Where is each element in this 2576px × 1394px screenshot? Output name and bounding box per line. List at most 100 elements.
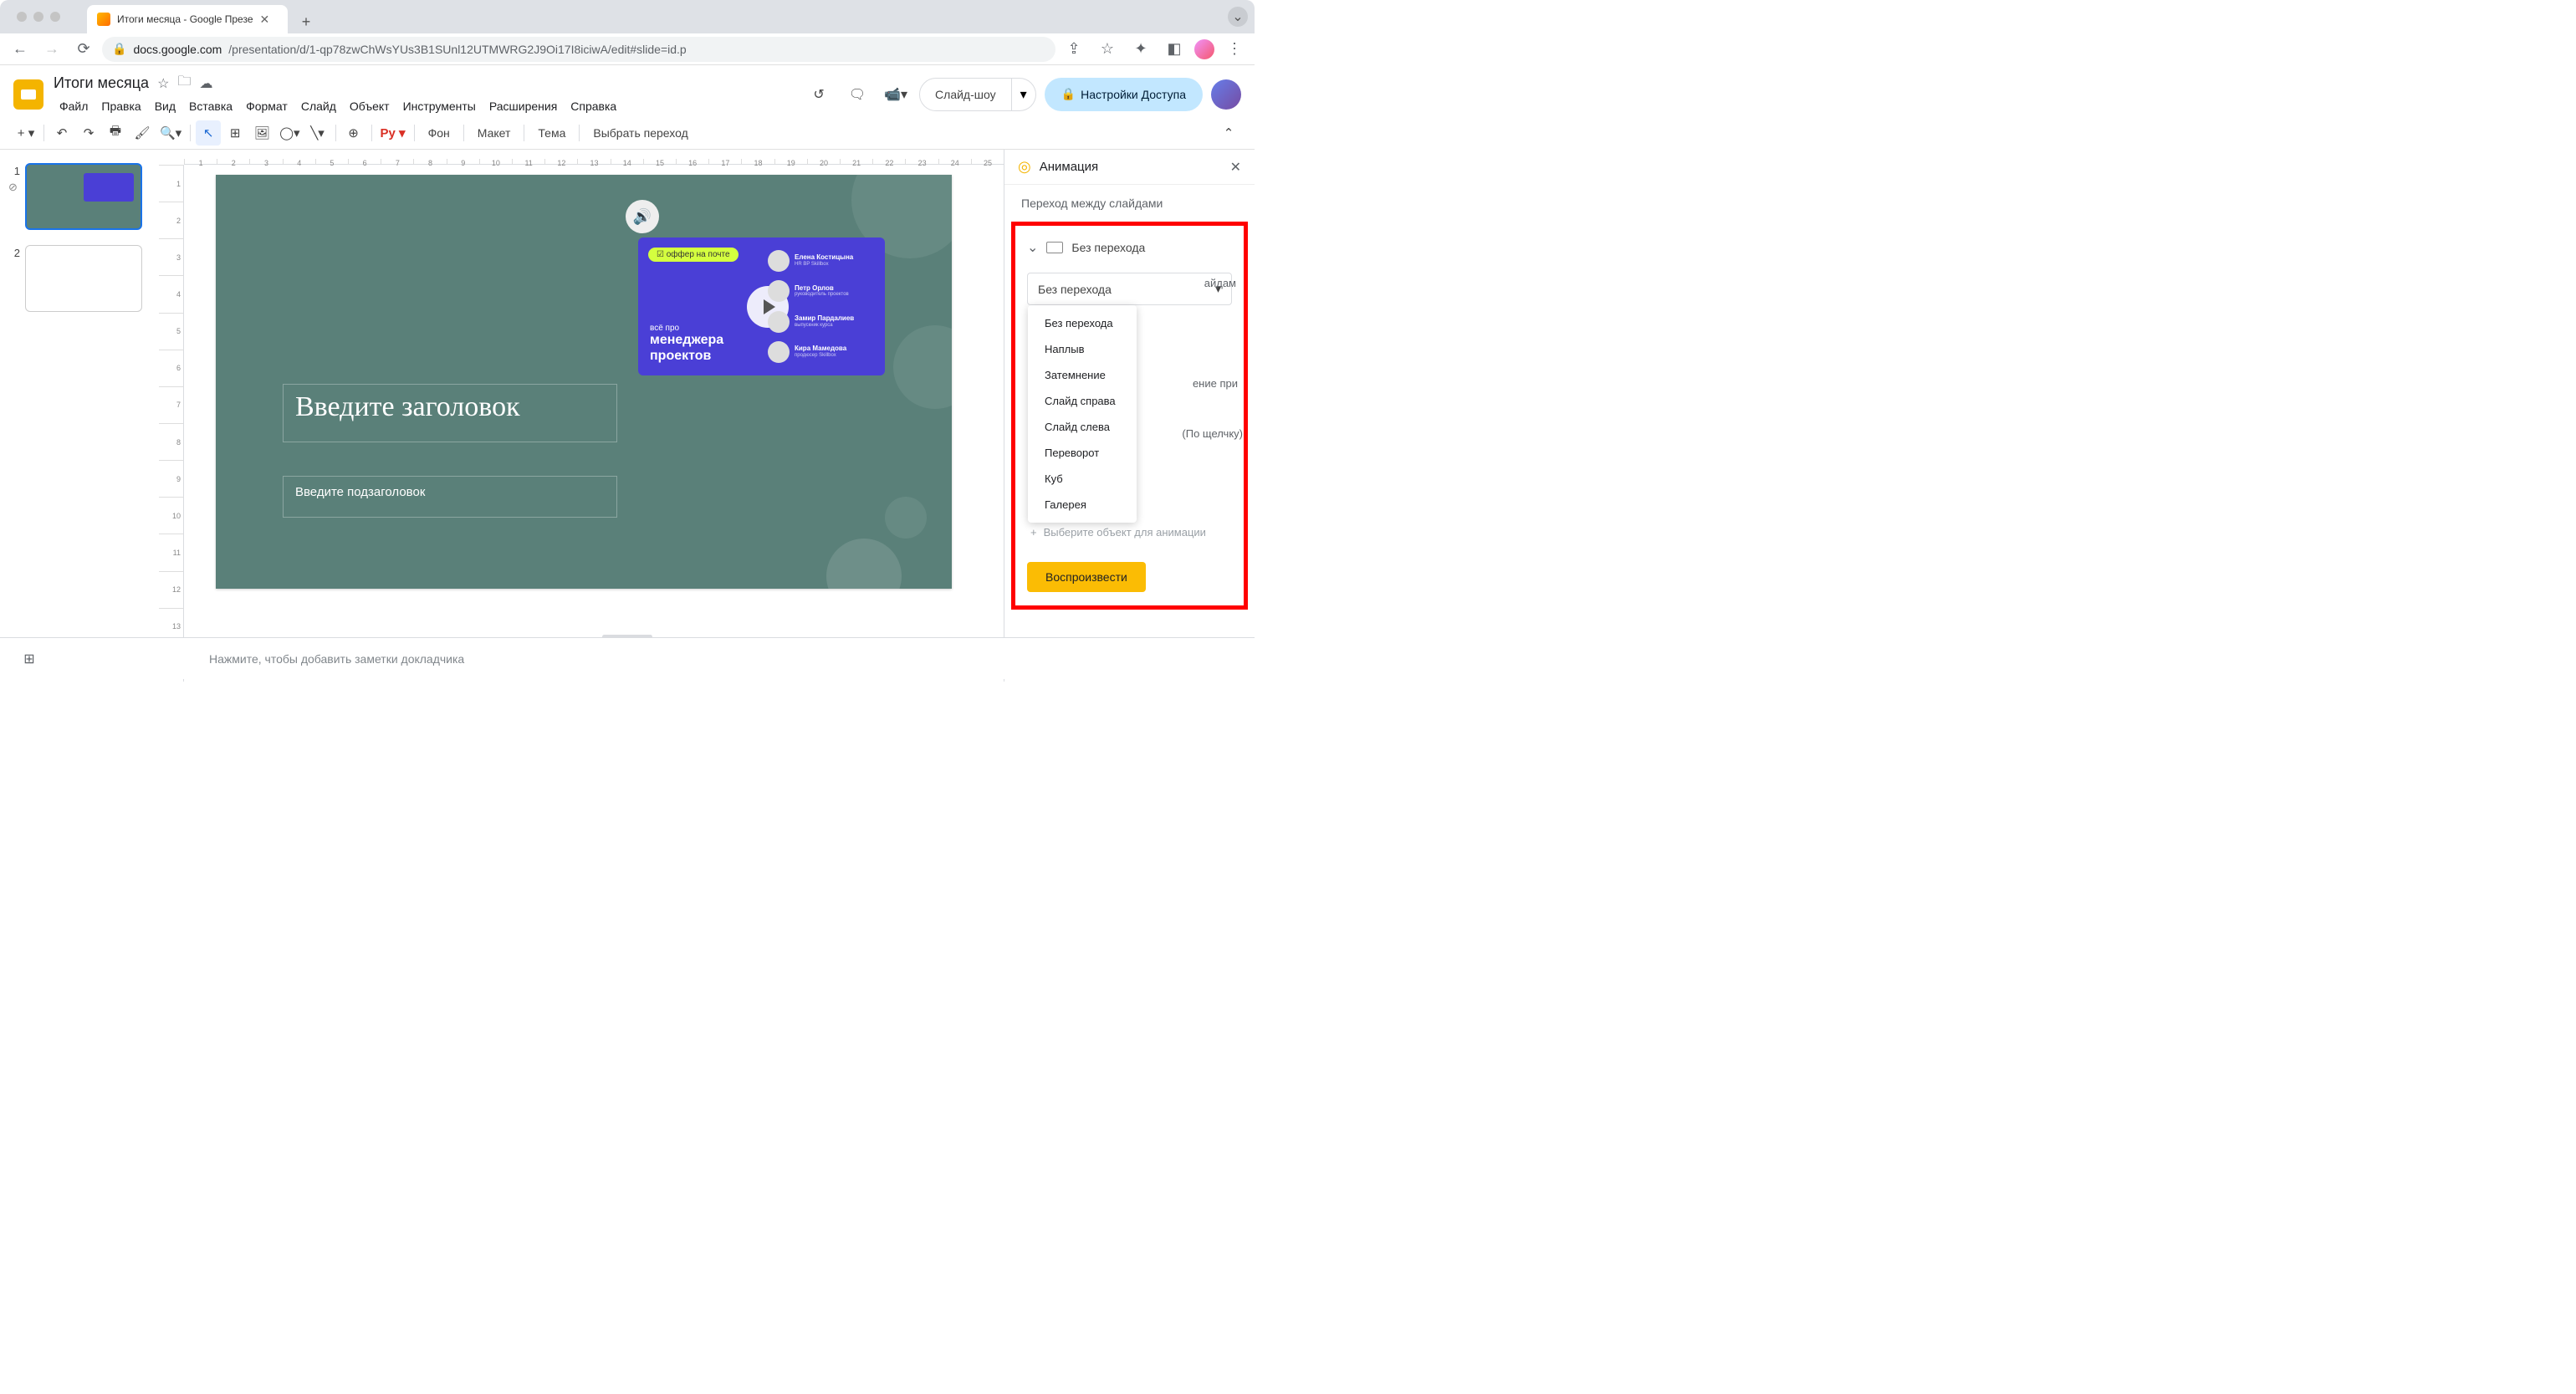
slides-logo-icon[interactable] [13,79,43,110]
menu-format[interactable]: Формат [240,96,294,116]
chevron-down-icon: ⌄ [1027,239,1038,256]
transition-option[interactable]: Без перехода [1028,310,1137,336]
menu-help[interactable]: Справка [565,96,622,116]
menu-file[interactable]: Файл [54,96,94,116]
ruler-horizontal: 1234567891011121314151617181920212223242… [184,150,1004,165]
menu-slide[interactable]: Слайд [295,96,342,116]
animation-indicator-icon: ⊘ [8,181,20,194]
lock-icon: 🔒 [1061,87,1076,101]
tab-title: Итоги месяца - Google Презе [117,13,253,25]
hidden-apply-all: айдам [1204,277,1236,289]
transition-option[interactable]: Наплыв [1028,336,1137,362]
transition-dropdown[interactable]: Без перехода ▾ Без перехода Наплыв Затем… [1027,273,1232,305]
maximize-window[interactable] [50,12,60,22]
reload-button[interactable]: ⟳ [70,36,97,63]
back-button[interactable]: ← [7,36,33,63]
video-badge: ☑ оффер на почте [648,248,739,262]
layout-button[interactable]: Макет [469,126,519,140]
transition-option[interactable]: Затемнение [1028,362,1137,388]
theme-button[interactable]: Тема [529,126,574,140]
menu-view[interactable]: Вид [149,96,181,116]
slide-thumbnail-2[interactable] [25,245,142,312]
slide-canvas[interactable]: 🔊 ☑ оффер на почте всё про менеджера про… [216,175,952,589]
transition-button[interactable]: Выбрать переход [585,126,696,140]
star-icon[interactable]: ☆ [157,75,169,92]
main-area: 1 ⊘ 2 1234567891011121314151617181920212… [0,150,1255,682]
bookmark-icon[interactable]: ☆ [1094,36,1121,63]
paint-format-button[interactable]: 🖌 [130,120,155,146]
video-object[interactable]: ☑ оффер на почте всё про менеджера проек… [638,237,885,375]
print-button[interactable]: 🖶 [103,120,128,146]
close-panel-icon[interactable]: ✕ [1230,159,1241,176]
audio-object[interactable]: 🔊 [626,200,659,233]
meet-icon[interactable]: 📹▾ [881,79,911,110]
subtitle-text: Введите подзаголовок [295,485,605,499]
speaker-notes-bar: ⊞ Нажмите, чтобы добавить заметки доклад… [0,637,1255,679]
transition-dropdown-menu: Без перехода Наплыв Затемнение Слайд спр… [1028,305,1137,523]
zoom-button[interactable]: 🔍▾ [156,120,185,146]
motion-icon: ◎ [1018,158,1031,176]
document-title[interactable]: Итоги месяца [54,74,149,92]
plus-icon: + [1030,526,1037,539]
slide-icon [1046,242,1063,253]
subtitle-placeholder[interactable]: Введите подзаголовок [283,476,617,518]
toolbar: + ▾ ↶ ↷ 🖶 🖌 🔍▾ ↖ ⊞ 🖼 ◯▾ ╲▾ ⊕ Рy ▾ Фон Ма… [0,116,1255,150]
transition-option[interactable]: Галерея [1028,492,1137,518]
image-tool[interactable]: 🖼 [249,120,274,146]
transition-option[interactable]: Слайд слева [1028,414,1137,440]
browser-tab-bar: Итоги месяца - Google Презе ✕ + ⌄ [0,0,1255,33]
browser-menu-icon[interactable]: ⋮ [1221,36,1248,63]
panel-title: Анимация [1040,160,1222,174]
history-icon[interactable]: ↺ [804,79,834,110]
transition-option[interactable]: Переворот [1028,440,1137,466]
menu-extensions[interactable]: Расширения [483,96,563,116]
transition-section-header[interactable]: ⌄ Без перехода [1022,232,1237,263]
extensions-icon[interactable]: ✦ [1127,36,1154,63]
tab-close-icon[interactable]: ✕ [260,13,270,27]
menu-edit[interactable]: Правка [95,96,146,116]
lock-icon: 🔒 [112,42,126,56]
play-animation-button[interactable]: Воспроизвести [1027,562,1146,592]
profile-avatar[interactable] [1194,39,1214,59]
explore-icon[interactable]: ⊞ [17,651,42,667]
menu-insert[interactable]: Вставка [183,96,238,116]
script-tool[interactable]: Рy ▾ [377,120,409,146]
url-path: /presentation/d/1-qp78zwChWsYUs3B1SUnl12… [228,43,686,56]
share-button[interactable]: 🔒 Настройки Доступа [1045,78,1203,111]
slideshow-dropdown[interactable]: ▾ [1012,78,1036,111]
url-input[interactable]: 🔒 docs.google.com/presentation/d/1-qp78z… [102,37,1055,62]
redo-button[interactable]: ↷ [76,120,101,146]
background-button[interactable]: Фон [420,126,458,140]
collapse-toolbar-icon[interactable]: ⌃ [1216,120,1241,146]
close-window[interactable] [17,12,27,22]
undo-button[interactable]: ↶ [49,120,74,146]
slide-thumbnail-1[interactable] [25,163,142,230]
textbox-tool[interactable]: ⊞ [222,120,248,146]
tabs-expand-icon[interactable]: ⌄ [1228,7,1248,27]
dropdown-value: Без перехода [1038,283,1112,296]
comment-tool[interactable]: ⊕ [341,120,366,146]
menu-tools[interactable]: Инструменты [397,96,482,116]
browser-tab-active[interactable]: Итоги месяца - Google Презе ✕ [87,5,288,33]
shape-tool[interactable]: ◯▾ [276,120,303,146]
comments-icon[interactable]: 🗨 [842,79,872,110]
move-icon[interactable]: 🗀 [177,72,191,94]
menu-object[interactable]: Объект [344,96,396,116]
new-tab-button[interactable]: + [294,10,318,33]
title-placeholder[interactable]: Введите заголовок [283,384,617,442]
line-tool[interactable]: ╲▾ [305,120,330,146]
transition-option[interactable]: Куб [1028,466,1137,492]
sidepanel-icon[interactable]: ◧ [1161,36,1188,63]
speaker-notes-placeholder[interactable]: Нажмите, чтобы добавить заметки докладчи… [209,652,464,666]
minimize-window[interactable] [33,12,43,22]
share-label: Настройки Доступа [1081,88,1186,101]
forward-button[interactable]: → [38,36,65,63]
slideshow-button[interactable]: Слайд-шоу [919,78,1012,111]
account-avatar[interactable] [1211,79,1241,110]
cloud-status-icon[interactable]: ☁ [199,75,212,92]
share-page-icon[interactable]: ⇪ [1061,36,1087,63]
highlighted-region: ⌄ Без перехода Без перехода ▾ Без перехо… [1011,222,1248,610]
transition-option[interactable]: Слайд справа [1028,388,1137,414]
new-slide-button[interactable]: + ▾ [13,120,38,146]
select-tool[interactable]: ↖ [196,120,221,146]
